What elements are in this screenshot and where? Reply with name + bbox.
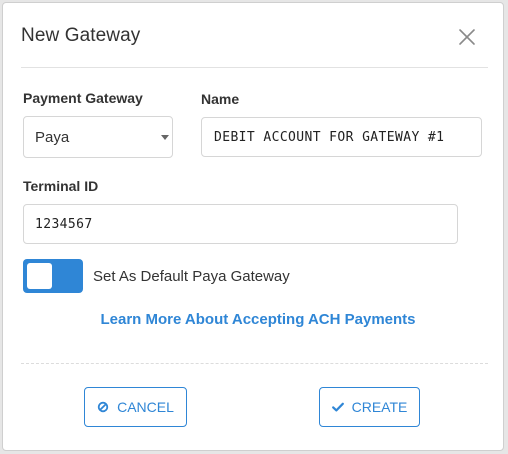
dialog-title: New Gateway xyxy=(21,25,141,46)
cancel-button-label: CANCEL xyxy=(117,399,174,415)
name-input[interactable] xyxy=(201,117,482,157)
payment-gateway-label: Payment Gateway xyxy=(23,90,143,106)
payment-gateway-select[interactable]: Paya xyxy=(23,116,173,158)
create-button[interactable]: CREATE xyxy=(319,387,420,427)
cancel-button[interactable]: CANCEL xyxy=(84,387,187,427)
caret-down-icon xyxy=(161,135,169,140)
toggle-knob xyxy=(27,263,52,289)
default-gateway-toggle-label: Set As Default Paya Gateway xyxy=(93,268,290,285)
create-button-label: CREATE xyxy=(351,399,408,415)
name-label: Name xyxy=(201,91,240,107)
ban-icon xyxy=(97,401,109,413)
payment-gateway-selected-value: Paya xyxy=(35,129,70,146)
check-icon xyxy=(331,401,344,413)
close-button[interactable] xyxy=(455,25,479,49)
terminal-id-label: Terminal ID xyxy=(23,178,99,194)
default-gateway-toggle[interactable] xyxy=(23,259,83,293)
new-gateway-dialog: New Gateway Payment Gateway Name Paya Te… xyxy=(2,2,504,451)
header-divider xyxy=(21,67,488,68)
close-icon xyxy=(459,29,475,45)
learn-more-ach-link[interactable]: Learn More About Accepting ACH Payments xyxy=(3,311,505,328)
footer-divider xyxy=(21,363,488,364)
terminal-id-input[interactable] xyxy=(23,204,458,244)
